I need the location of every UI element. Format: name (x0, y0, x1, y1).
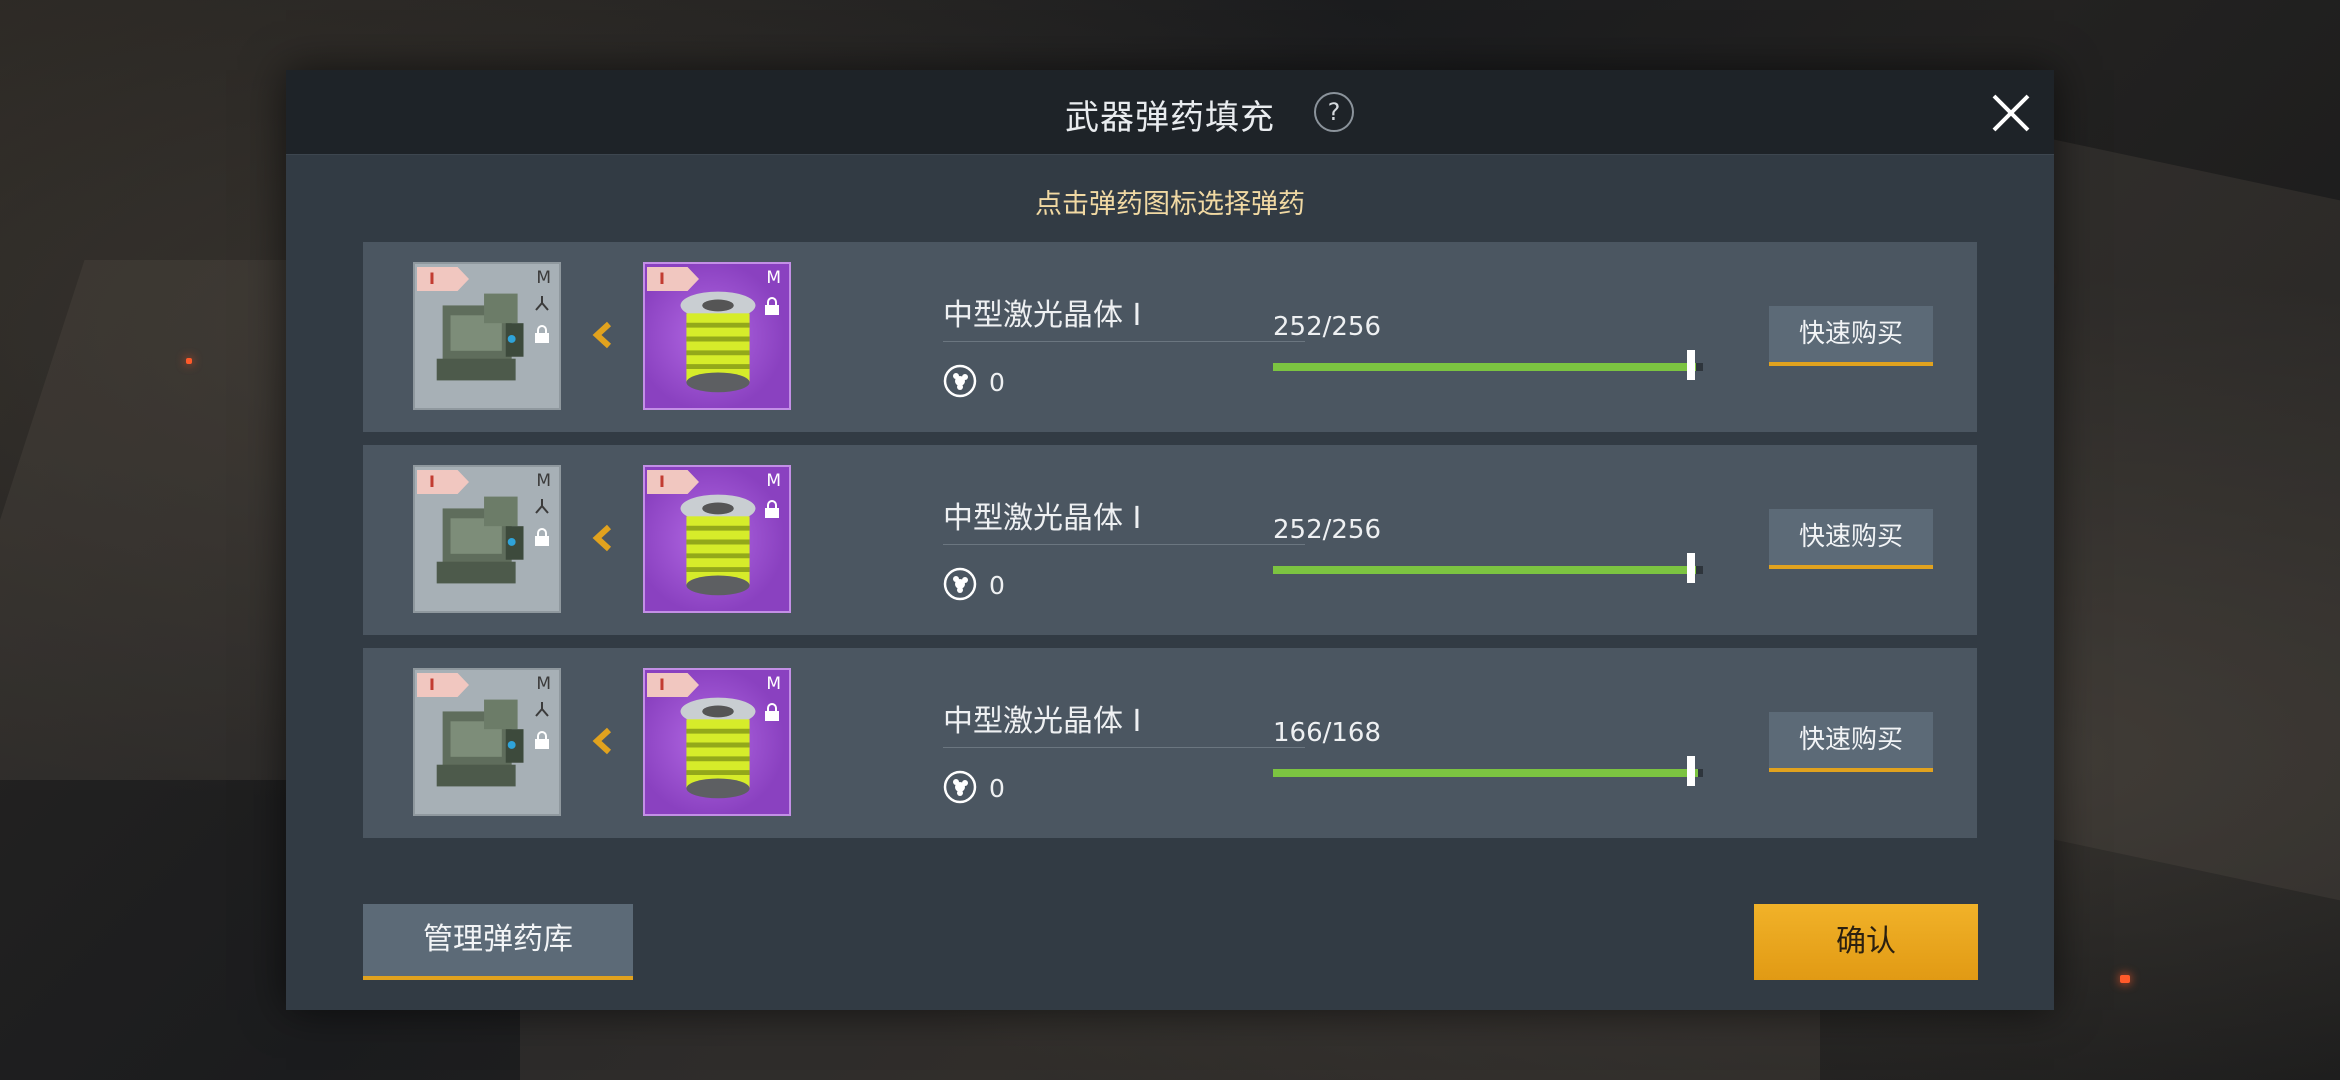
divider (943, 544, 1305, 545)
bg-light (2120, 975, 2130, 983)
ammo-name: 中型激光晶体 I (943, 298, 1142, 333)
chevron-left-icon (592, 321, 612, 349)
ammo-slider-handle[interactable] (1687, 350, 1695, 380)
ammo-quantity: 252/256 (1273, 312, 1382, 342)
quick-buy-button[interactable]: 快速购买 (1769, 509, 1933, 569)
ammo-bar-fill (1273, 566, 1697, 574)
weapon-slot[interactable]: I M (413, 262, 561, 410)
ammo-row: I M I M 中型 (363, 445, 1977, 635)
bg-ship-panel (520, 1010, 1820, 1080)
ammo-bar-fill (1273, 769, 1698, 777)
bg-light (186, 358, 192, 364)
select-ammo-hint: 点击弹药图标选择弹药 (1035, 189, 1305, 220)
quick-buy-button[interactable]: 快速购买 (1769, 306, 1933, 366)
credit-count: 0 (989, 774, 1005, 803)
ammo-slot[interactable]: I M (643, 465, 791, 613)
ammo-bar-track (1273, 769, 1703, 777)
weapon-slot[interactable]: I M (413, 668, 561, 816)
ammo-bar-fill (1273, 363, 1697, 371)
quick-buy-button[interactable]: 快速购买 (1769, 712, 1933, 772)
laser-crystal-icon (680, 494, 756, 596)
manage-ammo-storage-button[interactable]: 管理弹药库 (363, 904, 633, 980)
ammo-row: I M I M 中型 (363, 648, 1977, 838)
chevron-left-icon (592, 524, 612, 552)
chevron-left-icon (592, 727, 612, 755)
ammo-slider-handle[interactable] (1687, 553, 1695, 583)
ammo-name: 中型激光晶体 I (943, 501, 1142, 536)
credit-icon (943, 567, 977, 601)
credit-icon (943, 770, 977, 804)
confirm-button[interactable]: 确认 (1754, 904, 1978, 980)
ammo-quantity: 252/256 (1273, 515, 1382, 545)
ammo-quantity: 166/168 (1273, 718, 1382, 748)
laser-turret-icon (436, 699, 524, 787)
help-icon[interactable]: ? (1314, 92, 1354, 132)
ammo-name: 中型激光晶体 I (943, 704, 1142, 739)
ammo-row: I M I M 中型 (363, 242, 1977, 432)
ammo-slider-handle[interactable] (1687, 756, 1695, 786)
laser-crystal-icon (680, 291, 756, 393)
credit-count: 0 (989, 368, 1005, 397)
ammo-refill-dialog: 武器弹药填充 ? 点击弹药图标选择弹药 I M I M 中型激光晶体 I 0 2… (286, 70, 2054, 1010)
credit-icon (943, 364, 977, 398)
dialog-title: 武器弹药填充 (1065, 98, 1275, 138)
laser-turret-icon (436, 293, 524, 381)
ammo-slot[interactable]: I M (643, 262, 791, 410)
ammo-bar-track (1273, 363, 1703, 371)
weapon-slot[interactable]: I M (413, 465, 561, 613)
ammo-slot[interactable]: I M (643, 668, 791, 816)
divider (943, 341, 1305, 342)
dialog-header: 武器弹药填充 ? (286, 70, 2054, 155)
divider (943, 747, 1305, 748)
laser-crystal-icon (680, 697, 756, 799)
ammo-bar-track (1273, 566, 1703, 574)
credit-count: 0 (989, 571, 1005, 600)
close-icon[interactable] (1986, 88, 2036, 138)
laser-turret-icon (436, 496, 524, 584)
